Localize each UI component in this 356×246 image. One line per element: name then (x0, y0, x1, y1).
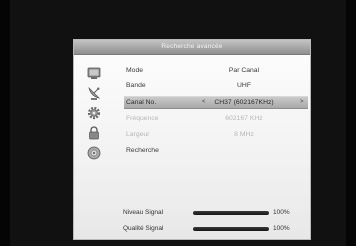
setting-label: Mode (126, 67, 144, 74)
setting-value: CH37 (602167KHz) (214, 99, 274, 106)
signal-level-label: Niveau Signal (123, 209, 164, 216)
advanced-search-window: Recherche avancée Mode Par Canal Bande U… (73, 39, 311, 240)
setting-label: Bande (126, 82, 146, 89)
disc-icon[interactable] (86, 145, 102, 161)
setting-label: Fréquence (126, 115, 159, 122)
signal-quality-track (193, 227, 269, 231)
setting-value: 602167 KHz (225, 115, 263, 122)
signal-quality-percent: 100% (273, 225, 290, 232)
setting-label: Canal No. (126, 99, 157, 106)
signal-quality-meter: Qualité Signal 100% (123, 224, 308, 234)
signal-level-fill (193, 211, 269, 215)
signal-level-track (193, 211, 269, 215)
satellite-dish-icon[interactable] (86, 85, 102, 101)
setting-value: Par Canal (228, 67, 260, 74)
setting-row-mode[interactable]: Mode Par Canal (124, 65, 308, 77)
signal-quality-fill (193, 227, 269, 231)
signal-quality-label: Qualité Signal (123, 225, 164, 232)
setting-value: UHF (237, 82, 251, 89)
setting-row-channel[interactable]: Canal No. < CH37 (602167KHz) > (124, 96, 308, 109)
gear-icon[interactable] (86, 105, 102, 121)
setting-row-bandwidth: Largeur 8 MHz (124, 129, 308, 141)
setting-row-frequency: Fréquence 602167 KHz (124, 113, 308, 125)
signal-level-percent: 100% (273, 209, 290, 216)
setting-value: 8 MHz (234, 131, 254, 138)
tv-icon[interactable] (86, 65, 102, 81)
setting-label: Recherche (126, 147, 159, 154)
setting-row-search[interactable]: Recherche (124, 145, 308, 157)
setting-row-band[interactable]: Bande UHF (124, 80, 308, 92)
right-arrow-icon[interactable]: > (300, 97, 304, 108)
lock-icon[interactable] (86, 125, 102, 141)
signal-level-meter: Niveau Signal 100% (123, 208, 308, 218)
window-title: Recherche avancée (74, 40, 310, 55)
setting-label: Largeur (126, 131, 150, 138)
